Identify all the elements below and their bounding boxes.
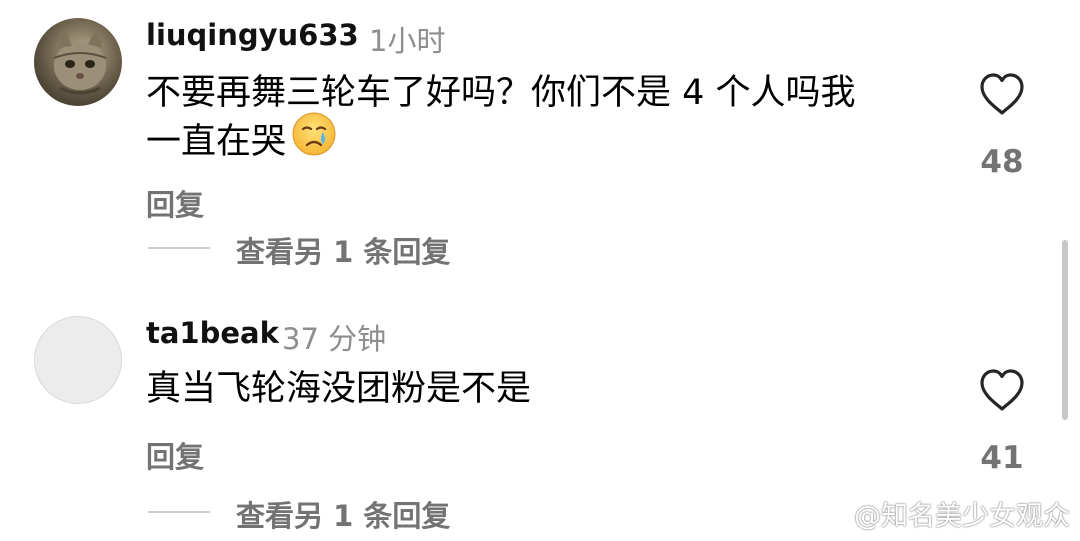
reply-button[interactable]: 回复 bbox=[146, 434, 204, 476]
divider-line bbox=[148, 511, 210, 513]
comment-timestamp: 37 分钟 bbox=[282, 322, 387, 356]
comment-timestamp: 1小时 bbox=[369, 24, 446, 58]
comment-text-line: 不要再舞三轮车了好吗？你们不是 4 个人吗我 bbox=[146, 73, 856, 113]
like-count: 48 bbox=[980, 144, 1024, 180]
comment-text: 真当飞轮海没团粉是不是 bbox=[146, 366, 946, 412]
weibo-icon bbox=[816, 502, 850, 527]
watermark: @知名美少女观众 bbox=[816, 494, 1070, 533]
comment-username[interactable]: ta1beak bbox=[146, 316, 279, 350]
scrollbar[interactable] bbox=[1062, 240, 1068, 420]
comment-text-line-2: 一直在哭 bbox=[146, 112, 946, 170]
heart-icon[interactable] bbox=[978, 368, 1026, 412]
cat-photo-icon bbox=[53, 26, 107, 95]
view-replies-button[interactable]: 查看另 1 条回复 bbox=[236, 493, 450, 535]
comment-text-line: 真当飞轮海没团粉是不是 bbox=[146, 369, 532, 409]
comment-text-line: 一直在哭 bbox=[146, 122, 287, 162]
watermark-text: @知名美少女观众 bbox=[854, 501, 1070, 532]
avatar[interactable] bbox=[34, 18, 122, 106]
divider-line bbox=[148, 247, 210, 249]
comment-username[interactable]: liuqingyu633 bbox=[146, 18, 359, 52]
reply-button[interactable]: 回复 bbox=[146, 182, 204, 224]
comments-panel: liuqingyu633 1小时 不要再舞三轮车了好吗？你们不是 4 个人吗我 … bbox=[0, 0, 1080, 541]
avatar[interactable] bbox=[34, 316, 122, 404]
comment-text: 不要再舞三轮车了好吗？你们不是 4 个人吗我 一直在哭 bbox=[146, 70, 946, 170]
heart-icon[interactable] bbox=[978, 72, 1026, 116]
like-count: 41 bbox=[980, 440, 1024, 476]
view-replies-button[interactable]: 查看另 1 条回复 bbox=[236, 229, 450, 271]
crying-face-emoji-icon bbox=[290, 110, 338, 170]
